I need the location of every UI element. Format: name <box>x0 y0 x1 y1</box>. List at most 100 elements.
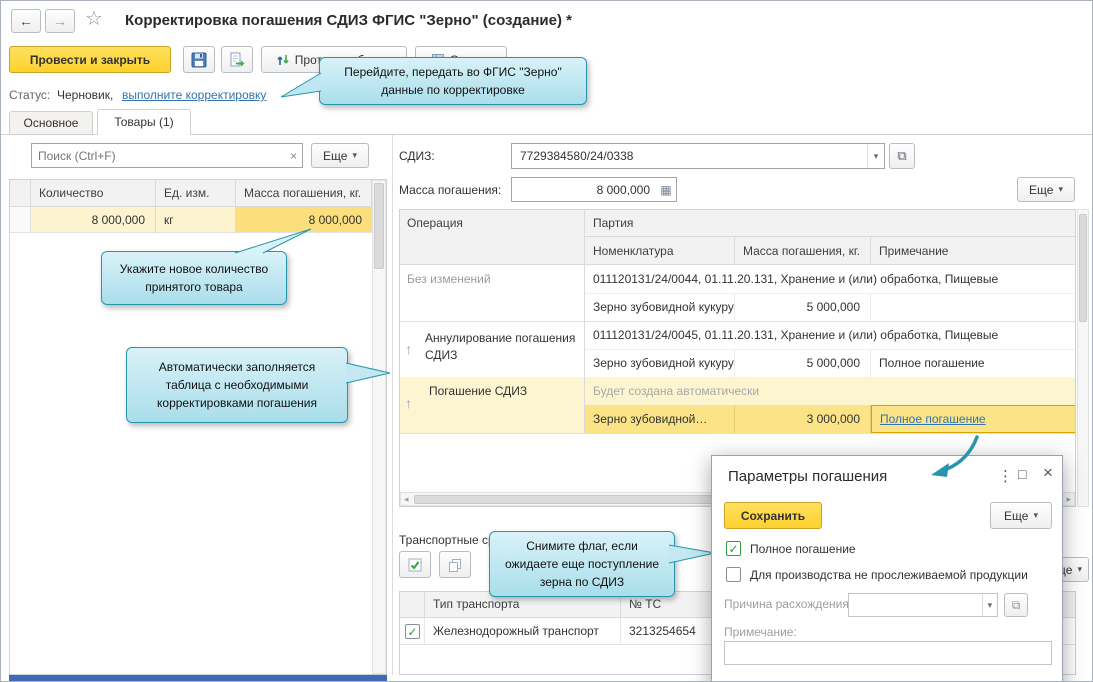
left-grid-col-unit[interactable]: Ед. изм. <box>156 179 236 207</box>
left-grid-vscrollbar[interactable] <box>372 180 386 674</box>
page-title: Корректировка погашения СДИЗ ФГИС "Зерно… <box>125 12 572 29</box>
nontraceable-checkbox-label: Для производства не прослеживаемой проду… <box>750 568 1028 582</box>
open-icon: ⧉ <box>897 148 906 164</box>
row1-subdivider <box>585 293 1076 294</box>
full-retirement-checkbox-label: Полное погашение <box>750 542 856 556</box>
search-clear-icon[interactable]: × <box>285 149 302 163</box>
row3-note-cell[interactable]: Полное погашение <box>871 405 1076 433</box>
grid-col-mass[interactable]: Масса погашения, кг. <box>735 237 871 265</box>
scroll-left-icon[interactable]: ◂ <box>404 494 409 505</box>
full-retirement-checkbox[interactable]: ✓ <box>726 541 741 556</box>
copy-button[interactable] <box>439 551 471 578</box>
left-grid-col-qty[interactable]: Количество <box>31 179 156 207</box>
row1-operation-spacer <box>399 293 585 321</box>
callout-autofill: Автоматически заполняется таблица с необ… <box>126 347 348 423</box>
row1-operation[interactable]: Без изменений <box>399 265 585 293</box>
open-icon: ⧉ <box>1012 598 1021 613</box>
dialog-save-button[interactable]: Сохранить <box>724 502 822 529</box>
row3-batch[interactable]: Будет создана автоматически <box>585 377 1076 405</box>
grid-vscroll-thumb[interactable] <box>1079 214 1087 322</box>
panel-splitter[interactable] <box>392 135 393 675</box>
sdiz-open-button[interactable]: ⧉ <box>889 143 915 169</box>
row2-nomenclature[interactable]: Зерно зубовидной кукурузы … <box>585 349 735 377</box>
tab-goods[interactable]: Товары (1) <box>97 109 191 135</box>
document-export-icon <box>228 51 246 69</box>
left-more-button[interactable]: Еще▾ <box>311 143 369 168</box>
reason-field[interactable]: ▾ <box>848 593 998 617</box>
grid-col-nomenclature[interactable]: Номенклатура <box>585 237 735 265</box>
mass-label: Масса погашения: <box>399 183 501 197</box>
sdiz-field[interactable]: 7729384580/24/0338 ▾ <box>511 143 885 169</box>
status-value: Черновик, <box>57 88 113 102</box>
favorite-star-icon[interactable]: ☆ <box>85 6 103 31</box>
check-icon: ✓ <box>728 543 738 555</box>
note-field[interactable] <box>724 641 1052 665</box>
row3-mass[interactable]: 3 000,000 <box>735 405 871 433</box>
dialog-title: Параметры погашения <box>728 468 887 485</box>
post-and-close-button[interactable]: Провести и закрыть <box>9 46 171 73</box>
grid-col-note[interactable]: Примечание <box>871 237 1076 265</box>
grid-vscrollbar[interactable] <box>1077 209 1089 507</box>
left-row-qty-cell[interactable]: 8 000,000 <box>31 207 156 233</box>
search-input[interactable] <box>32 144 285 167</box>
row1-mass[interactable]: 5 000,000 <box>735 293 871 321</box>
reason-label: Причина расхождения: <box>724 597 852 611</box>
row1-note[interactable] <box>871 293 1076 321</box>
left-grid-col-mass[interactable]: Масса погашения, кг. <box>236 179 372 207</box>
maximize-icon[interactable]: □ <box>1018 466 1026 482</box>
chevron-down-icon: ▾ <box>1033 510 1038 521</box>
row2-batch[interactable]: 011120131/24/0045, 01.11.20.131, Хранени… <box>585 321 1076 349</box>
sdiz-value: 7729384580/24/0338 <box>512 149 641 163</box>
retirement-params-dialog: Параметры погашения ⋮ □ × Сохранить Еще▾… <box>711 455 1063 682</box>
full-retirement-link[interactable]: Полное погашение <box>880 412 986 426</box>
callout-autofill-tail <box>344 357 394 387</box>
close-icon[interactable]: × <box>1043 463 1053 483</box>
transport-row-type[interactable]: Железнодорожный транспорт <box>425 618 621 645</box>
row2-operation-cell <box>399 321 585 377</box>
tab-main[interactable]: Основное <box>9 111 93 135</box>
row1-nomenclature[interactable]: Зерно зубовидной кукурузы … <box>585 293 735 321</box>
chevron-down-icon: ▾ <box>1058 184 1063 195</box>
callout-quantity: Укажите новое количество принятого товар… <box>101 251 287 305</box>
row2-note[interactable]: Полное погашение <box>871 349 1076 377</box>
calculator-icon[interactable]: ▦ <box>656 183 676 197</box>
mass-value: 8 000,000 <box>512 183 656 197</box>
kebab-menu-icon[interactable]: ⋮ <box>998 467 1013 485</box>
left-row-unit-cell[interactable]: кг <box>156 207 236 233</box>
row3-nomenclature[interactable]: Зерно зубовидной… <box>585 405 735 433</box>
save-button[interactable] <box>183 46 215 73</box>
status-label: Статус: <box>9 88 50 102</box>
forward-arrow-icon: → <box>53 13 67 29</box>
window-bottom-strip <box>9 675 387 682</box>
grid-col-batch[interactable]: Партия <box>585 209 1076 237</box>
nontraceable-checkbox[interactable] <box>726 567 741 582</box>
scroll-right-icon[interactable]: ▸ <box>1066 494 1071 505</box>
left-grid-vscroll-thumb[interactable] <box>374 183 384 269</box>
grid-col-operation[interactable]: Операция <box>399 209 585 265</box>
right-more-button[interactable]: Еще▾ <box>1017 177 1075 202</box>
sdiz-label: СДИЗ: <box>399 149 435 163</box>
reason-open-button[interactable]: ⧉ <box>1004 593 1028 617</box>
row2-subdivider <box>585 349 1076 350</box>
perform-correction-link[interactable]: выполните корректировку <box>122 88 266 102</box>
set-flags-button[interactable] <box>399 551 431 578</box>
app-window: ← → ☆ Корректировка погашения СДИЗ ФГИС … <box>0 0 1093 682</box>
transport-row-checkbox[interactable]: ✓ <box>405 624 420 639</box>
floppy-icon <box>190 51 208 69</box>
back-button[interactable]: ← <box>11 9 41 33</box>
note-input[interactable] <box>725 642 1051 664</box>
send-to-fgis-button[interactable] <box>221 46 253 73</box>
left-row-selector[interactable] <box>9 207 31 233</box>
reason-dropdown-icon[interactable]: ▾ <box>982 594 997 616</box>
reason-input[interactable] <box>849 594 982 616</box>
callout-quantity-tail <box>227 225 317 255</box>
callout-transfer-tail <box>277 65 323 101</box>
row1-batch[interactable]: 011120131/24/0044, 01.11.20.131, Хранени… <box>585 265 1076 293</box>
sdiz-dropdown-icon[interactable]: ▾ <box>867 144 884 168</box>
dialog-more-button[interactable]: Еще▾ <box>990 502 1052 529</box>
forward-button[interactable]: → <box>45 9 75 33</box>
copy-icon <box>447 557 463 573</box>
transport-selector-header <box>399 591 425 618</box>
row2-mass[interactable]: 5 000,000 <box>735 349 871 377</box>
mass-field[interactable]: 8 000,000 ▦ <box>511 177 677 202</box>
